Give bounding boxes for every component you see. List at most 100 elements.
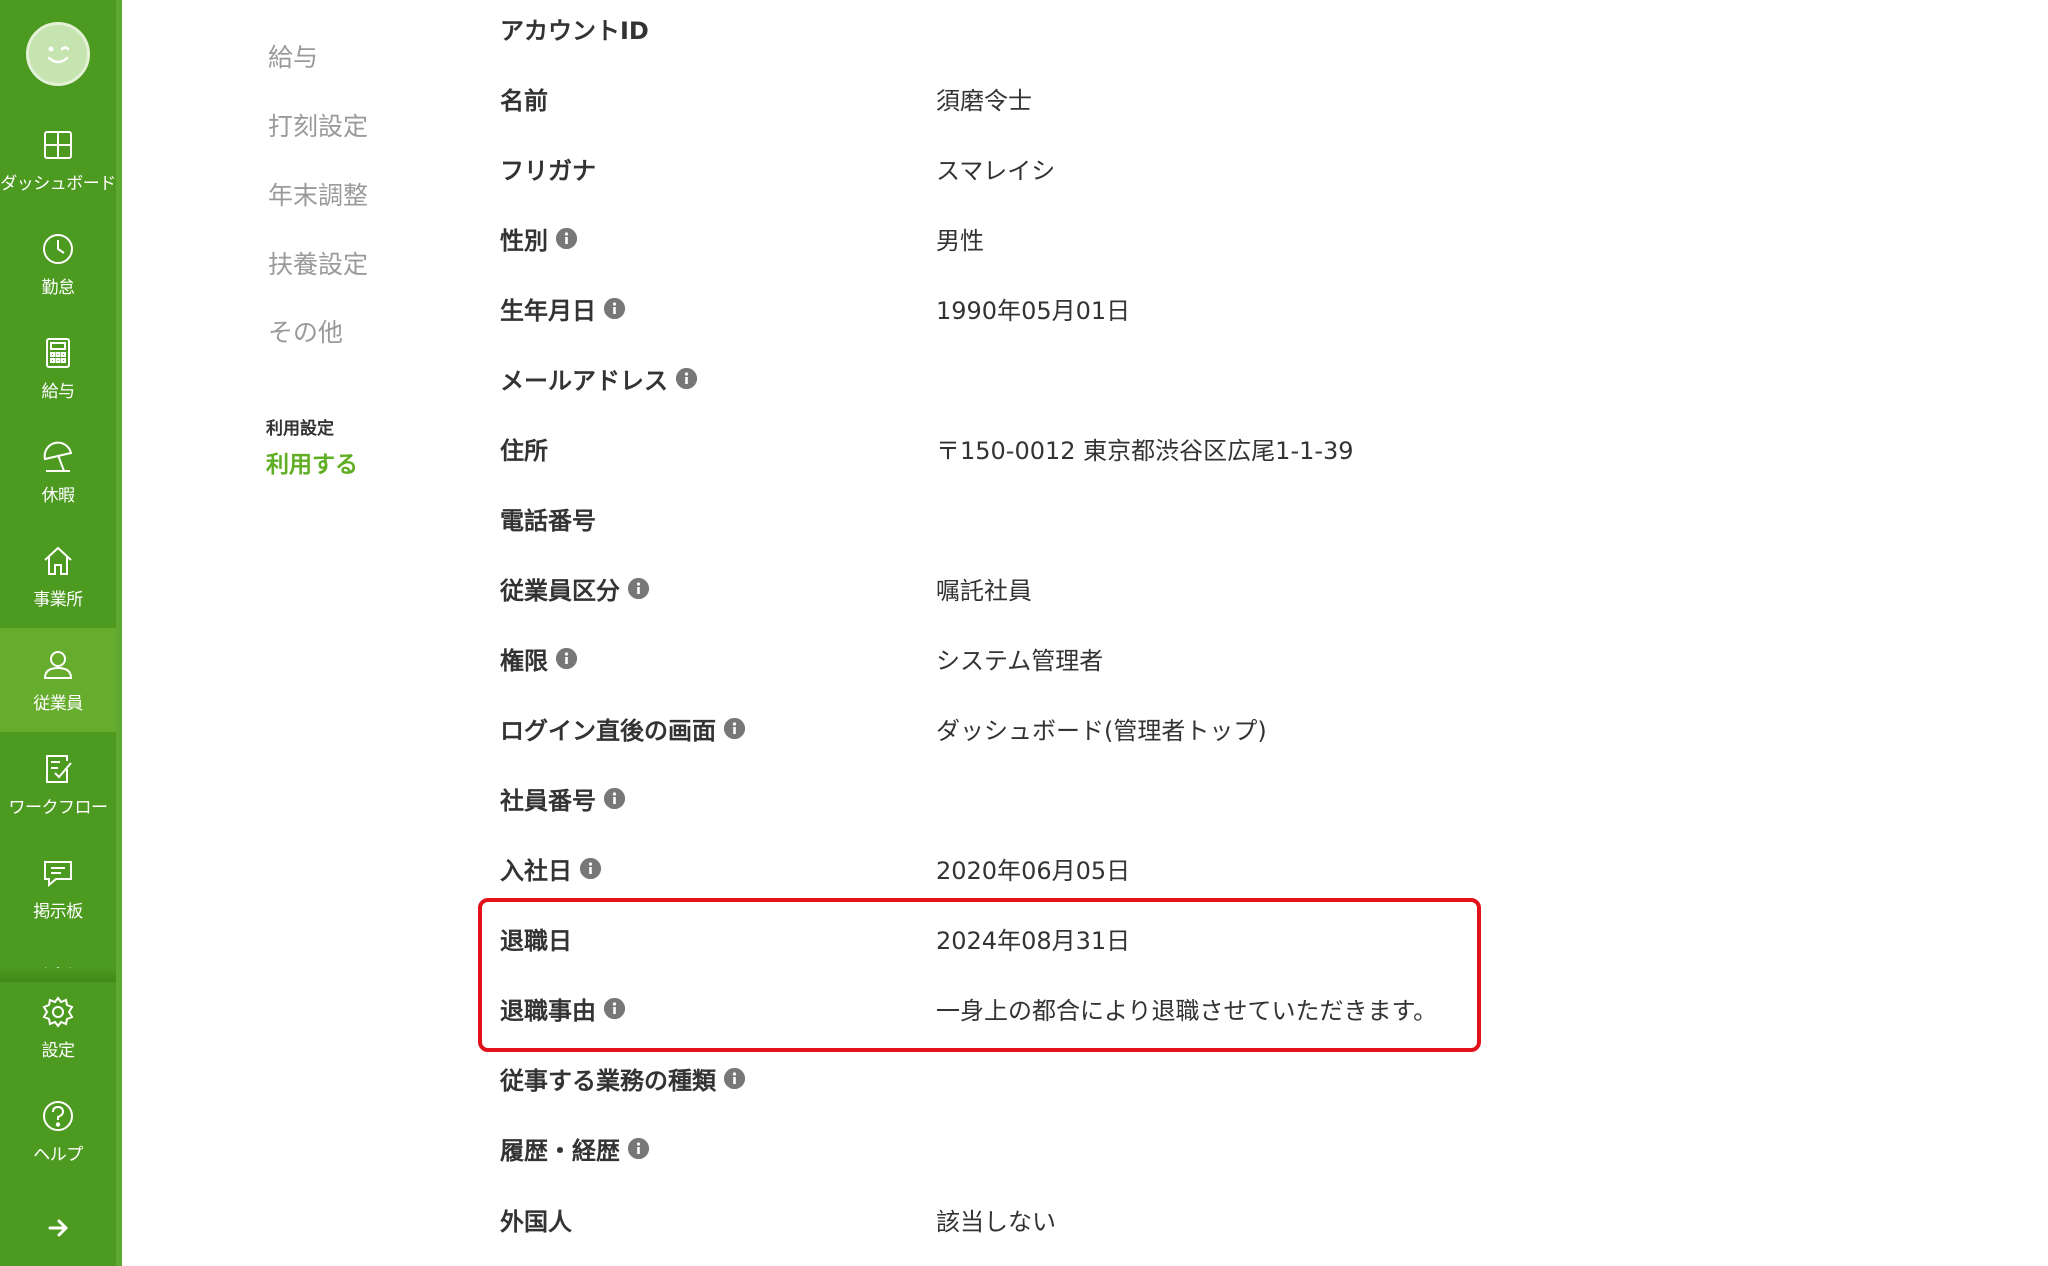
calculator-icon (46, 337, 70, 368)
detail-label: 従事する業務の種類 (500, 1067, 716, 1095)
info-icon[interactable] (604, 298, 625, 319)
nav-item-payroll[interactable]: 給与 (0, 316, 116, 420)
dashboard-grid-icon (44, 130, 72, 159)
subnav-item-payroll[interactable]: 給与 (268, 38, 318, 74)
nav-item-bulletin[interactable]: 掲示板 (0, 836, 116, 940)
home-icon (44, 546, 72, 575)
subnav-item-dependents[interactable]: 扶養設定 (268, 245, 368, 281)
nav-item-attendance[interactable]: 勤怠 (0, 212, 116, 316)
nav-item-office[interactable]: 事業所 (0, 524, 116, 628)
detail-label: 電話番号 (500, 507, 596, 535)
detail-label: 外国人 (500, 1208, 572, 1236)
info-icon[interactable] (628, 578, 649, 599)
detail-row-employee-type: 従業員区分 嘱託社員 (500, 559, 1500, 619)
detail-label: 履歴・経歴 (500, 1137, 620, 1165)
avatar[interactable] (26, 22, 90, 86)
nav-item-employees[interactable]: 従業員 (0, 628, 116, 732)
nav-item-vacation[interactable]: 休暇 (0, 420, 116, 524)
nav-item-settings[interactable]: 設定 (0, 975, 116, 1079)
detail-row-gender: 性別 男性 (500, 209, 1500, 269)
nav-label-bulletin: 掲示板 (33, 901, 83, 922)
nav-label-vacation: 休暇 (41, 485, 76, 506)
person-icon (43, 650, 73, 679)
info-icon[interactable] (580, 858, 601, 879)
usage-settings-value[interactable]: 利用する (266, 445, 358, 479)
detail-label: 生年月日 (500, 297, 596, 325)
detail-value: 該当しない (936, 1208, 1056, 1236)
detail-row-landing-screen: ログイン直後の画面 ダッシュボード(管理者トップ) (500, 699, 1500, 759)
detail-value: 〒150-0012 東京都渋谷区広尾1-1-39 (936, 437, 1354, 465)
info-icon[interactable] (604, 788, 625, 809)
detail-value: 1990年05月01日 (936, 297, 1131, 325)
gear-icon (42, 995, 74, 1028)
avatar-area (0, 0, 116, 108)
clock-icon (43, 233, 73, 264)
main-nav: ダッシュボード 勤怠 給与 休暇 事業所 従業員 ワークフロー 掲示板 (0, 108, 116, 940)
detail-row-account-id: アカウントID (500, 0, 1500, 59)
detail-label: フリガナ (500, 157, 596, 185)
detail-label: アカウントID (500, 17, 649, 45)
nav-item-workflow[interactable]: ワークフロー (0, 732, 116, 836)
info-icon[interactable] (724, 1068, 745, 1089)
info-icon[interactable] (604, 998, 625, 1019)
info-icon[interactable] (556, 228, 577, 249)
beach-umbrella-icon (43, 441, 73, 472)
nav-label-dashboard: ダッシュボード (0, 173, 116, 194)
subnav-item-clock-settings[interactable]: 打刻設定 (268, 107, 368, 143)
detail-row-phone: 電話番号 (500, 489, 1500, 549)
detail-row-birthdate: 生年月日 1990年05月01日 (500, 279, 1500, 339)
detail-row-history: 履歴・経歴 (500, 1119, 1500, 1179)
detail-value: スマレイシ (936, 157, 1056, 185)
info-icon[interactable] (676, 368, 697, 389)
nav-item-help[interactable]: ヘルプ (0, 1079, 116, 1183)
help-icon (43, 1100, 73, 1131)
info-icon[interactable] (724, 718, 745, 739)
smiley-face-icon (47, 46, 70, 64)
detail-row-permission: 権限 システム管理者 (500, 629, 1500, 689)
detail-value: 2020年06月05日 (936, 857, 1131, 885)
arrow-right-icon (48, 1219, 68, 1237)
detail-row-name: 名前 須磨令士 (500, 69, 1500, 129)
bottom-nav: 設定 ヘルプ (0, 975, 116, 1183)
subnav-item-year-end-adjustment[interactable]: 年末調整 (268, 176, 368, 212)
detail-value: 嘱託社員 (936, 577, 1032, 605)
checklist-icon (46, 754, 72, 783)
detail-value: 一身上の都合により退職させていただきます。 (936, 997, 1438, 1025)
subnav-item-other[interactable]: その他 (268, 313, 343, 349)
detail-row-furigana: フリガナ スマレイシ (500, 139, 1500, 199)
detail-label: メールアドレス (500, 367, 668, 395)
nav-label-workflow: ワークフロー (8, 797, 109, 818)
detail-row-retirement-date: 退職日 2024年08月31日 (500, 909, 1500, 969)
nav-label-settings: 設定 (41, 1040, 76, 1061)
detail-label: 社員番号 (500, 787, 596, 815)
nav-label-attendance: 勤怠 (41, 277, 76, 298)
sidebar-edge (116, 0, 122, 1266)
detail-label: 権限 (500, 647, 548, 675)
detail-row-email: メールアドレス (500, 349, 1500, 409)
sidebar: ダッシュボード 勤怠 給与 休暇 事業所 従業員 ワークフロー 掲示板 設定 ヘ… (0, 0, 122, 1266)
detail-label: 入社日 (500, 857, 572, 885)
detail-value: 2024年08月31日 (936, 927, 1131, 955)
detail-row-job-type: 従事する業務の種類 (500, 1049, 1500, 1109)
detail-label: 名前 (500, 87, 548, 115)
info-icon[interactable] (556, 648, 577, 669)
detail-value: 男性 (936, 227, 984, 255)
detail-label: 住所 (500, 437, 548, 465)
detail-label: ログイン直後の画面 (500, 717, 716, 745)
detail-row-retirement-reason: 退職事由 一身上の都合により退職させていただきます。 (500, 979, 1500, 1039)
chat-icon (44, 860, 72, 887)
sidebar-collapse-button[interactable] (0, 1190, 116, 1266)
detail-row-address: 住所 〒150-0012 東京都渋谷区広尾1-1-39 (500, 419, 1500, 479)
detail-row-hire-date: 入社日 2020年06月05日 (500, 839, 1500, 899)
detail-label: 退職事由 (500, 997, 596, 1025)
nav-label-payroll: 給与 (41, 381, 76, 402)
detail-value: 須磨令士 (936, 87, 1032, 115)
detail-label: 退職日 (500, 927, 572, 955)
detail-value: システム管理者 (936, 647, 1104, 675)
detail-label: 性別 (500, 227, 548, 255)
detail-label: 従業員区分 (500, 577, 620, 605)
nav-label-office: 事業所 (33, 589, 83, 610)
info-icon[interactable] (628, 1138, 649, 1159)
nav-item-dashboard[interactable]: ダッシュボード (0, 108, 116, 212)
detail-row-employee-number: 社員番号 (500, 769, 1500, 829)
